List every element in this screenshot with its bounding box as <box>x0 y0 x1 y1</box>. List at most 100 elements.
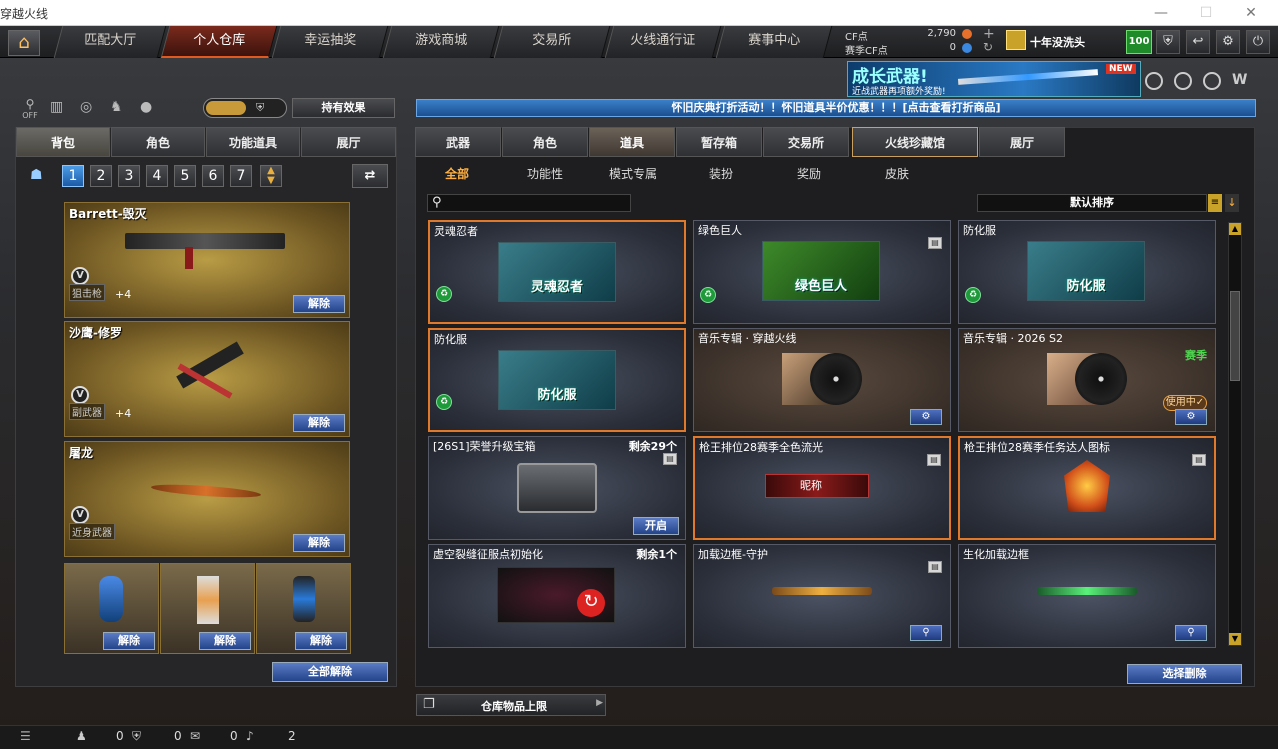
bomb-icon[interactable]: ● <box>140 99 160 119</box>
ranking-icon[interactable]: ▥ <box>50 99 70 119</box>
refresh-icon[interactable]: ↻ <box>983 40 993 54</box>
view-toggle[interactable]: ⛨ <box>203 98 287 118</box>
item-card-bio-frame[interactable]: 生化加载边框 ⚲ <box>958 544 1216 648</box>
item-card-guard-frame[interactable]: 加载边框-守护 ▤ ⚲ <box>693 544 951 648</box>
minimize-button[interactable]: — <box>1146 2 1176 24</box>
sort-select[interactable]: 默认排序 <box>977 194 1207 212</box>
tab-temp-box[interactable]: 暂存箱 <box>676 127 762 157</box>
item-card-hazmat[interactable]: 防化服 防化服 ♻ <box>958 220 1216 324</box>
promo-icon-4[interactable]: W <box>1232 72 1250 90</box>
trash-icon[interactable]: ▤ <box>928 237 942 249</box>
tab-character[interactable]: 角色 <box>111 127 205 157</box>
tab-collection[interactable]: 火线珍藏馆 <box>852 127 978 157</box>
item-card-album-cf[interactable]: 音乐专辑 · 穿越火线 ⚙ <box>693 328 951 432</box>
list-view-icon[interactable]: ≡ <box>1208 194 1222 212</box>
item-scrollbar[interactable]: ▲ ▼ <box>1228 222 1242 646</box>
speaker-icon[interactable]: ♪ <box>246 729 254 743</box>
trash-icon[interactable]: ▤ <box>663 453 677 465</box>
item-card-soul-ninja[interactable]: 灵魂忍者 灵魂忍者 ♻ <box>428 220 686 324</box>
character-icon[interactable]: ♞ <box>110 99 130 119</box>
page-stepper-icon[interactable]: ▲ ▼ <box>260 165 282 187</box>
back-icon[interactable]: ↩ <box>1186 30 1210 54</box>
tab-function-items[interactable]: 功能道具 <box>206 127 300 157</box>
clan-icon[interactable]: ⛨ <box>132 729 141 744</box>
power-icon[interactable]: ⏻ <box>1246 30 1270 54</box>
item-card-nick-glow[interactable]: 枪王排位28赛季全色流光 ▤ 昵称 <box>693 436 951 540</box>
release-button[interactable]: 解除 <box>103 632 155 650</box>
page-button-3[interactable]: 3 <box>118 165 140 187</box>
tab-weapons[interactable]: 武器 <box>415 127 501 157</box>
item-card-hazmat-2[interactable]: 防化服 防化服 ♻ <box>428 328 686 432</box>
transfer-button[interactable]: ⇄ <box>352 164 388 188</box>
release-button[interactable]: 解除 <box>293 295 345 313</box>
trash-icon[interactable]: ▤ <box>927 454 941 466</box>
item-card-honor-box[interactable]: [26S1]荣誉升级宝箱 剩余29个 ▤ 开启 <box>428 436 686 540</box>
open-button[interactable]: 开启 <box>633 517 679 535</box>
sort-direction-icon[interactable]: ↓ <box>1225 194 1239 212</box>
gear-button[interactable]: ⚙ <box>910 409 942 425</box>
tab-exchange[interactable]: 交易所 <box>763 127 849 157</box>
menu-icon[interactable]: ☰ <box>20 729 31 743</box>
gear-button[interactable]: ⚙ <box>1175 409 1207 425</box>
page-button-1[interactable]: 1 <box>62 165 84 187</box>
tab-items[interactable]: 道具 <box>589 127 675 157</box>
subtab-all[interactable]: 全部 <box>430 165 484 183</box>
promo-icon-3[interactable] <box>1203 72 1221 90</box>
toggle-off-icon[interactable]: ⚲ OFF <box>19 97 41 120</box>
release-button[interactable]: 解除 <box>295 632 347 650</box>
promo-banner[interactable]: 成长武器! 近战武器再项额外奖励! NEW <box>847 61 1141 97</box>
zoom-button[interactable]: ⚲ <box>910 625 942 641</box>
nav-tab-shop[interactable]: 游戏商城 <box>382 26 500 58</box>
close-button[interactable]: ✕ <box>1236 2 1266 24</box>
scroll-up-icon[interactable]: ▲ <box>1229 223 1241 235</box>
release-button[interactable]: 解除 <box>199 632 251 650</box>
tab-showroom-right[interactable]: 展厅 <box>979 127 1065 157</box>
friends-icon[interactable]: ♟ <box>76 729 87 743</box>
subtab-reward[interactable]: 奖励 <box>780 165 838 183</box>
chat-icon[interactable]: ✉ <box>190 729 200 743</box>
promo-icon-2[interactable] <box>1174 72 1192 90</box>
tab-roles[interactable]: 角色 <box>502 127 588 157</box>
subtab-functional[interactable]: 功能性 <box>516 165 574 183</box>
subtab-costume[interactable]: 装扮 <box>692 165 750 183</box>
maximize-button[interactable]: ☐ <box>1191 2 1221 24</box>
select-delete-button[interactable]: 选择删除 <box>1127 664 1242 684</box>
home-button[interactable]: ⌂ <box>8 30 40 56</box>
grenade-card-smoke[interactable]: 解除 <box>160 563 255 654</box>
search-input[interactable]: ⚲ <box>427 194 631 212</box>
item-card-void-rift[interactable]: 虚空裂缝征服点初始化 剩余1个 ↻ <box>428 544 686 648</box>
nav-tab-warehouse[interactable]: 个人仓库 <box>160 26 278 58</box>
hold-effect-button[interactable]: 持有效果 <box>292 98 395 118</box>
scroll-down-icon[interactable]: ▼ <box>1229 633 1241 645</box>
weapon-card-barrett[interactable]: Barrett-毁灭 V 狙击枪 +4 解除 <box>64 202 350 318</box>
weapon-card-deagle[interactable]: 沙鹰-修罗 V 副武器 +4 解除 <box>64 321 350 437</box>
shield-icon[interactable]: ⛨ <box>1156 30 1180 54</box>
promo-icon-1[interactable] <box>1145 72 1163 90</box>
release-button[interactable]: 解除 <box>293 414 345 432</box>
storage-limit-bar[interactable]: ❐ 仓库物品上限 ▶ <box>416 694 606 716</box>
page-button-6[interactable]: 6 <box>202 165 224 187</box>
trash-icon[interactable]: ▤ <box>1192 454 1206 466</box>
weapon-card-dragon-slayer[interactable]: 屠龙 V 近身武器 解除 <box>64 441 350 557</box>
item-card-green-giant[interactable]: 绿色巨人 ▤ 绿色巨人 ♻ <box>693 220 951 324</box>
grenade-card-flash[interactable]: 解除 <box>256 563 351 654</box>
page-button-2[interactable]: 2 <box>90 165 112 187</box>
nav-tab-lucky-draw[interactable]: 幸运抽奖 <box>271 26 389 58</box>
target-icon[interactable]: ◎ <box>80 99 100 119</box>
gear-icon[interactable]: ⚙ <box>1216 30 1240 54</box>
scroll-thumb[interactable] <box>1230 291 1240 381</box>
nav-tab-match-hall[interactable]: 匹配大厅 <box>53 26 167 58</box>
zoom-button[interactable]: ⚲ <box>1175 625 1207 641</box>
release-all-button[interactable]: 全部解除 <box>272 662 388 682</box>
page-button-7[interactable]: 7 <box>230 165 252 187</box>
tab-backpack[interactable]: 背包 <box>16 127 110 157</box>
nav-tab-exchange[interactable]: 交易所 <box>493 26 611 58</box>
nav-tab-events[interactable]: 赛事中心 <box>715 26 833 58</box>
subtab-skin[interactable]: 皮肤 <box>868 165 926 183</box>
announcement-bar[interactable]: 怀旧庆典打折活动！！怀旧道具半价优惠！！！[点击查看打折商品] <box>416 99 1256 117</box>
item-card-album-2026[interactable]: 音乐专辑 · 2026 S2 赛季 使用中✓ ⚙ <box>958 328 1216 432</box>
page-button-5[interactable]: 5 <box>174 165 196 187</box>
release-button[interactable]: 解除 <box>293 534 345 552</box>
grenade-card-frag[interactable]: 解除 <box>64 563 159 654</box>
page-button-4[interactable]: 4 <box>146 165 168 187</box>
